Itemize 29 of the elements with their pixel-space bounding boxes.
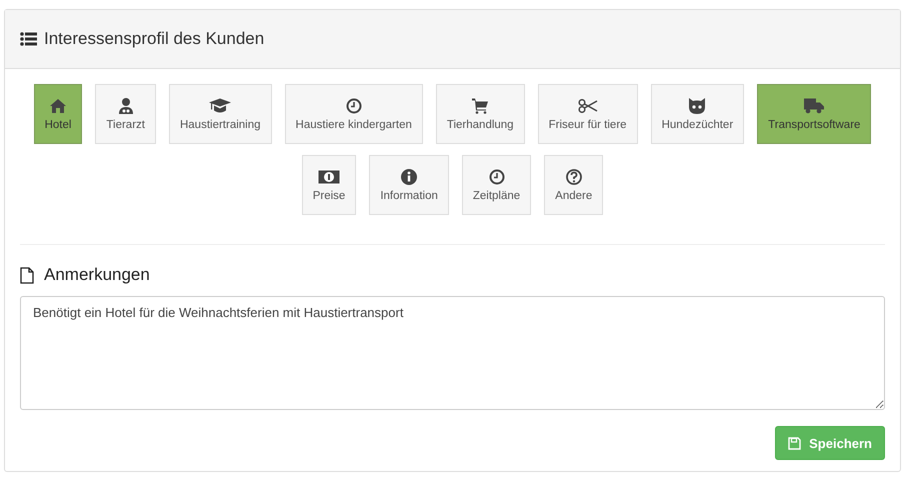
interest-tile[interactable]: Transportsoftware (757, 84, 872, 144)
interest-tile[interactable]: Haustiertraining (168, 84, 272, 144)
interest-tile[interactable]: Tierhandlung (436, 84, 525, 144)
info-icon (401, 168, 418, 184)
panel-title: Interessensprofil des Kunden (44, 29, 264, 49)
document-icon (20, 266, 34, 284)
interest-tile[interactable]: Haustiere kindergarten (284, 84, 423, 144)
notes-field[interactable]: Benötigt ein Hotel für die Weihnachtsferien mit Haustiertransport (20, 296, 885, 410)
doctor-icon (118, 98, 133, 114)
interest-tile[interactable]: Information (369, 155, 449, 215)
truck-icon (804, 98, 824, 114)
scissors-icon (578, 98, 598, 114)
house-icon (50, 98, 66, 114)
interest-tile[interactable]: Hundezüchter (650, 84, 744, 144)
list-icon (20, 32, 37, 46)
banknote-icon (318, 168, 340, 184)
clock-icon (346, 98, 362, 114)
interest-tile[interactable]: Hotel (34, 84, 82, 144)
interest-tile[interactable]: Andere (544, 155, 604, 215)
question-icon (566, 168, 582, 184)
interest-tile[interactable]: Tierarzt (95, 84, 156, 144)
graduation-cap-icon (209, 98, 232, 114)
cart-icon (472, 98, 488, 114)
cat-face-icon (688, 98, 706, 114)
interest-tile[interactable]: Zeitpläne (462, 155, 532, 215)
interest-tile[interactable]: Friseur für tiere (538, 84, 638, 144)
interest-tile[interactable]: Preise (302, 155, 356, 215)
notes-heading: Anmerkungen (44, 265, 150, 285)
clock-icon (488, 168, 505, 184)
